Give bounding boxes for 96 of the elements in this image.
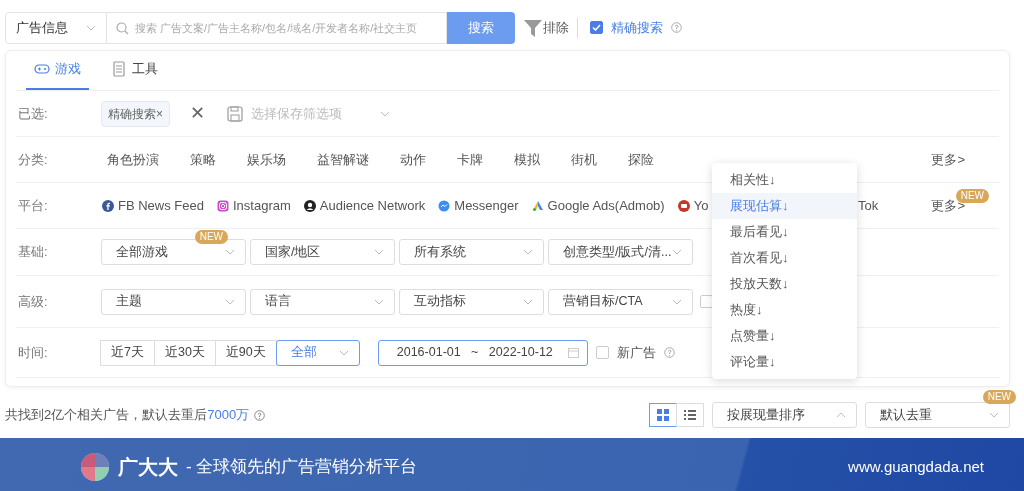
- play-icon: [677, 199, 690, 212]
- tab[interactable]: 游戏: [26, 50, 89, 90]
- chevron-icon: [225, 249, 235, 255]
- platform-link[interactable]: Google Ads(Admob): [531, 195, 665, 216]
- result-summary: 共找到2亿个相关广告，默认去重后7000万: [5, 406, 250, 425]
- menu-item[interactable]: 评论量↓: [712, 349, 857, 375]
- platform-link[interactable]: Tok: [858, 195, 879, 216]
- category-link[interactable]: 模拟: [514, 149, 540, 170]
- chevron-icon: [86, 24, 96, 31]
- facebook-icon: [102, 199, 114, 212]
- category-link[interactable]: 卡牌: [457, 149, 483, 170]
- platform-link[interactable]: Instagram: [217, 195, 291, 216]
- chevron-icon: [338, 349, 349, 356]
- filter-select[interactable]: 创意类型/版式/清...: [548, 239, 693, 265]
- list-icon: [684, 410, 696, 420]
- checkbox[interactable]: [595, 346, 609, 359]
- help-icon: [254, 409, 266, 421]
- chevron-icon: [989, 412, 999, 418]
- menu-item[interactable]: 展现估算↓: [712, 193, 857, 219]
- range-select[interactable]: 全部: [275, 339, 360, 366]
- clear-button[interactable]: ✕: [184, 99, 212, 128]
- range-button[interactable]: 近90天: [214, 339, 277, 366]
- platform-link[interactable]: Audience Network: [303, 195, 426, 216]
- brand-name: 广大大: [118, 455, 178, 480]
- chevron-icon: [225, 298, 235, 305]
- new-badge: NEW: [194, 230, 228, 244]
- row-label: 基础:: [17, 243, 49, 262]
- chevron-icon: [523, 249, 533, 255]
- category-link[interactable]: 策略: [190, 149, 216, 170]
- chevron-icon: [374, 298, 384, 305]
- new-badge: NEW: [955, 189, 989, 203]
- instagram-icon: [217, 199, 229, 212]
- checkbox[interactable]: [590, 21, 603, 34]
- save-icon: [227, 105, 244, 122]
- dedupe-select[interactable]: 默认去重: [865, 402, 1010, 428]
- range-button[interactable]: 近7天: [100, 339, 155, 366]
- sort-select[interactable]: 按展现量排序: [712, 402, 857, 428]
- filter-select[interactable]: 营销目标/CTA: [548, 288, 693, 315]
- tab[interactable]: 工具: [103, 50, 166, 90]
- logo-icon: [80, 452, 110, 482]
- new-badge: NEW: [982, 390, 1016, 404]
- range-button[interactable]: 近30天: [153, 339, 216, 366]
- platform-link[interactable]: Messenger: [438, 195, 519, 216]
- help-icon: [663, 347, 675, 358]
- filter-chip[interactable]: 精确搜索×: [101, 100, 170, 127]
- search-field[interactable]: 搜索 广告文案/广告主名称/包名/域名/开发者名称/社交主页: [107, 11, 447, 44]
- menu-item[interactable]: 相关性↓: [712, 167, 857, 193]
- category-link[interactable]: 角色扮演: [107, 149, 159, 170]
- platform-link[interactable]: FB News Feed: [102, 195, 204, 216]
- row-label: 分类:: [17, 150, 49, 169]
- filter-select[interactable]: 全部游戏: [101, 239, 246, 265]
- chevron-icon: [523, 298, 533, 305]
- date-range-field[interactable]: 2016-01-01 ~ 2022-10-12: [377, 339, 588, 366]
- triangle-icon: [531, 199, 544, 212]
- grid-icon: [657, 409, 669, 421]
- chevron-icon: [672, 249, 682, 255]
- slogan: - 全球领先的广告营销分析平台: [186, 456, 418, 479]
- chevron-icon: [836, 412, 846, 418]
- checkbox-label: 精确搜索: [611, 18, 663, 37]
- menu-item[interactable]: 点赞量↓: [712, 323, 857, 349]
- filter-select[interactable]: 所有系统: [399, 239, 544, 265]
- scope-select[interactable]: 广告信息: [5, 11, 107, 44]
- category-link[interactable]: 探险: [628, 149, 654, 170]
- menu-item[interactable]: 投放天数↓: [712, 271, 857, 297]
- row-label: 平台:: [17, 196, 49, 215]
- more-link[interactable]: 更多>: [931, 149, 965, 170]
- filter-select[interactable]: 国家/地区: [250, 239, 395, 265]
- checkbox-label: 新广告: [616, 343, 656, 362]
- filter-select[interactable]: 语言: [250, 288, 395, 315]
- menu-item[interactable]: 热度↓: [712, 297, 857, 323]
- chevron-icon: [374, 249, 384, 255]
- gamepad-icon: [34, 61, 50, 77]
- list-view-button[interactable]: [676, 403, 704, 427]
- grid-view-button[interactable]: [649, 403, 677, 427]
- menu-item[interactable]: 首次看见↓: [712, 245, 857, 271]
- category-link[interactable]: 街机: [571, 149, 597, 170]
- row-label: 已选:: [17, 104, 49, 123]
- calendar-icon: [567, 347, 579, 358]
- exclude-link[interactable]: 排除: [543, 17, 569, 38]
- help-icon: [671, 22, 682, 33]
- category-link[interactable]: 动作: [400, 149, 426, 170]
- website-url: www.guangdada.net: [848, 456, 984, 477]
- filter-select[interactable]: 互动指标: [399, 288, 544, 315]
- row-label: 高级:: [17, 292, 49, 311]
- document-icon: [111, 61, 127, 77]
- chevron-icon: [672, 298, 682, 305]
- category-link[interactable]: 益智解谜: [317, 149, 369, 170]
- filter-select[interactable]: 主题: [101, 288, 246, 315]
- chat-bubble-icon: [438, 199, 451, 212]
- person-icon: [303, 199, 316, 212]
- row-label: 时间:: [17, 343, 49, 362]
- chevron-icon: [380, 110, 391, 117]
- category-link[interactable]: 娱乐场: [247, 149, 286, 170]
- filter-icon: [523, 17, 543, 38]
- menu-item[interactable]: 最后看见↓: [712, 219, 857, 245]
- platform-link[interactable]: Yo: [677, 195, 709, 216]
